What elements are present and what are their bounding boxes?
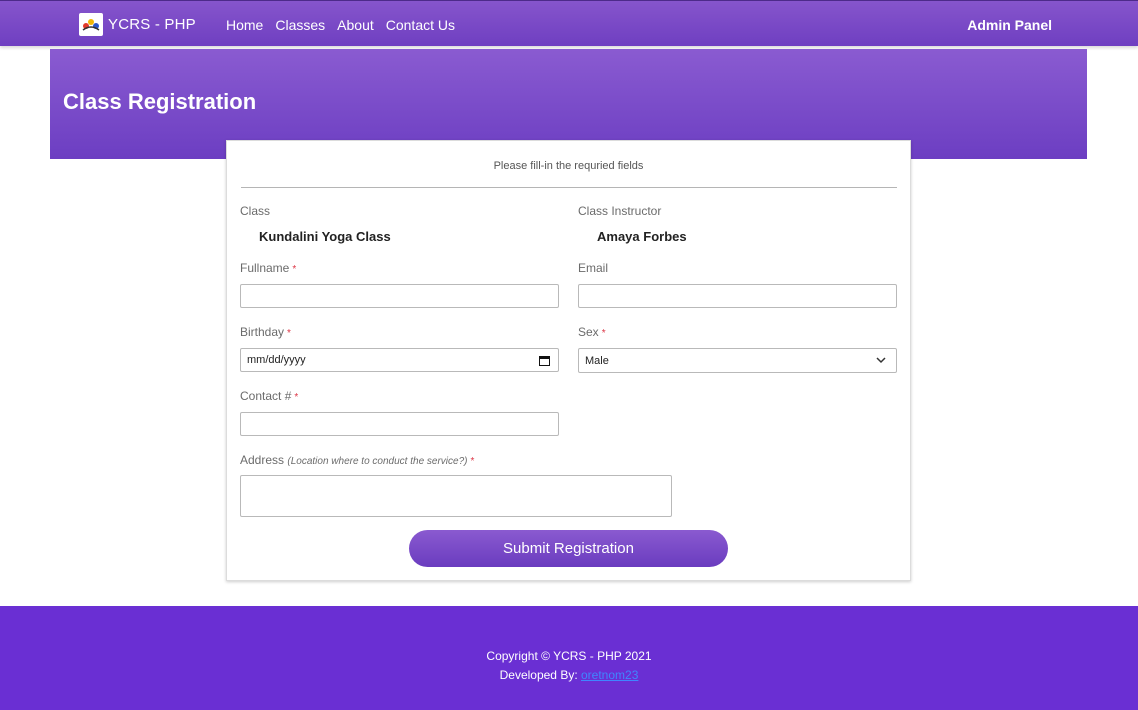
developer-link[interactable]: oretnom23 bbox=[581, 668, 638, 682]
calendar-icon[interactable] bbox=[539, 355, 550, 366]
footer-developer-line: Developed By: oretnom23 bbox=[0, 668, 1138, 682]
nav-links: Home Classes About Contact Us bbox=[226, 17, 467, 33]
brand-logo-icon bbox=[79, 13, 103, 36]
sex-select[interactable]: Male bbox=[578, 348, 897, 373]
nav-about[interactable]: About bbox=[337, 17, 374, 33]
brand-name: YCRS - PHP bbox=[108, 16, 196, 33]
divider bbox=[241, 187, 897, 188]
submit-registration-button[interactable]: Submit Registration bbox=[409, 530, 728, 567]
required-mark: * bbox=[292, 264, 297, 275]
nav-classes[interactable]: Classes bbox=[275, 17, 325, 33]
instructor-value: Amaya Forbes bbox=[597, 229, 687, 244]
fullname-label: Fullname * bbox=[240, 261, 296, 275]
chevron-down-icon bbox=[876, 357, 886, 364]
contact-label-text: Contact # bbox=[240, 389, 292, 403]
form-note: Please fill-in the requried fields bbox=[493, 160, 644, 172]
developed-by-label: Developed By: bbox=[499, 668, 581, 682]
footer-copyright: Copyright © YCRS - PHP 2021 bbox=[486, 649, 652, 663]
sex-label: Sex * bbox=[578, 325, 606, 339]
footer: Copyright © YCRS - PHP 2021 Developed By… bbox=[0, 606, 1138, 710]
page-title: Class Registration bbox=[63, 89, 257, 114]
birthday-label-text: Birthday bbox=[240, 325, 285, 339]
fullname-label-text: Fullname bbox=[240, 261, 290, 275]
required-mark: * bbox=[294, 392, 299, 403]
birthday-input[interactable]: mm/dd/yyyy bbox=[240, 348, 559, 372]
registration-form-card: Please fill-in the requried fields Class… bbox=[226, 140, 911, 581]
required-mark: * bbox=[601, 328, 606, 339]
contact-label: Contact # * bbox=[240, 389, 298, 403]
address-textarea[interactable] bbox=[240, 475, 672, 517]
sex-label-text: Sex bbox=[578, 325, 599, 339]
brand[interactable]: YCRS - PHP bbox=[79, 13, 196, 36]
fullname-input[interactable] bbox=[240, 284, 559, 308]
top-navbar: YCRS - PHP Home Classes About Contact Us… bbox=[0, 0, 1138, 46]
nav-home[interactable]: Home bbox=[226, 17, 263, 33]
instructor-label: Class Instructor bbox=[578, 204, 662, 218]
email-label: Email bbox=[578, 261, 609, 275]
required-mark: * bbox=[470, 456, 475, 467]
admin-panel-link[interactable]: Admin Panel bbox=[967, 17, 1052, 33]
class-value: Kundalini Yoga Class bbox=[259, 229, 391, 244]
address-label-text: Address bbox=[240, 453, 285, 467]
required-mark: * bbox=[287, 328, 291, 339]
email-input[interactable] bbox=[578, 284, 897, 308]
address-label: Address (Location where to conduct the s… bbox=[240, 453, 474, 467]
contact-input[interactable] bbox=[240, 412, 559, 436]
address-hint: (Location where to conduct the service?) bbox=[287, 456, 468, 467]
class-label: Class bbox=[240, 204, 271, 218]
sex-selected-value: Male bbox=[585, 354, 609, 367]
birthday-placeholder: mm/dd/yyyy bbox=[247, 354, 306, 366]
nav-contact-us[interactable]: Contact Us bbox=[386, 17, 455, 33]
birthday-label: Birthday * bbox=[240, 325, 291, 339]
